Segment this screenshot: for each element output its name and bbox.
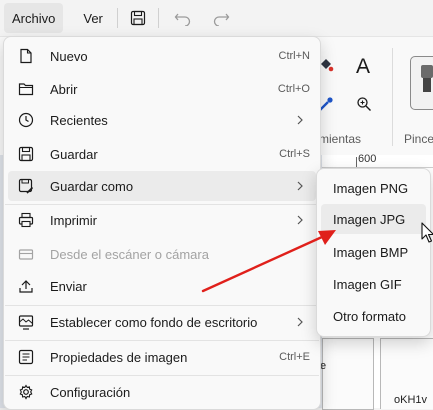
menu-item-open[interactable]: Abrir Ctrl+O [8, 74, 316, 104]
menu-item-label: Abrir [50, 82, 78, 97]
gear-icon [19, 384, 33, 400]
mouse-cursor-icon [421, 222, 433, 243]
brush-button[interactable] [410, 56, 433, 110]
save-as-icon [18, 178, 34, 194]
menu-item-label: Establecer como fondo de escritorio [50, 315, 258, 330]
submenu-item-gif[interactable]: Imagen GIF [321, 269, 426, 299]
menu-item-label: Nuevo [50, 49, 88, 64]
menu-item-label: Guardar [50, 147, 98, 162]
send-icon [19, 280, 33, 293]
menu-item-settings[interactable]: Configuración [8, 377, 316, 407]
ruler-label: 600 [358, 153, 377, 165]
submenu-item-jpg[interactable]: Imagen JPG [321, 204, 426, 234]
submenu-item-png[interactable]: Imagen PNG [321, 173, 426, 203]
menu-divider [5, 340, 319, 341]
menu-item-print[interactable]: Imprimir [8, 205, 316, 235]
submenu-item-label: Otro formato [333, 309, 406, 324]
menu-item-save[interactable]: Guardar Ctrl+S [8, 139, 316, 169]
menu-item-label: Enviar [50, 279, 87, 294]
submenu-item-other-format[interactable]: Otro formato [321, 301, 426, 331]
menu-item-label: Configuración [50, 385, 131, 400]
menu-item-shortcut: Ctrl+E [279, 351, 310, 363]
submenu-item-label: Imagen PNG [333, 181, 409, 196]
chevron-right-icon [297, 115, 303, 125]
menu-item-shortcut: Ctrl+O [277, 83, 310, 95]
image-properties-icon [18, 349, 34, 365]
menu-item-label: Guardar como [50, 179, 134, 194]
text-tool-icon[interactable]: A [356, 55, 370, 79]
ruler-tick [356, 157, 357, 167]
menubar-divider [157, 8, 159, 28]
menu-divider [5, 305, 319, 306]
menu-divider [5, 375, 319, 376]
menu-item-label: Desde el escáner o cámara [50, 247, 209, 262]
chevron-right-icon [297, 181, 303, 191]
menu-ver[interactable]: Ver [75, 3, 111, 33]
chevron-right-icon [297, 215, 303, 225]
canvas-content [322, 338, 374, 410]
undo-icon[interactable] [169, 4, 197, 32]
menu-bar: Archivo Ver [0, 0, 433, 36]
save-icon [18, 146, 34, 162]
menu-item-shortcut: Ctrl+N [278, 50, 310, 62]
menu-item-label: Imprimir [50, 213, 97, 228]
menu-item-image-properties[interactable]: Propiedades de imagen Ctrl+E [8, 342, 316, 372]
submenu-item-bmp[interactable]: Imagen BMP [321, 237, 426, 267]
save-as-submenu: Imagen PNG Imagen JPG Imagen BMP Imagen … [316, 168, 431, 337]
desktop-icon [18, 315, 34, 330]
folder-icon [18, 83, 34, 96]
menu-item-new[interactable]: Nuevo Ctrl+N [8, 41, 316, 71]
submenu-item-label: Imagen JPG [333, 212, 406, 227]
chevron-right-icon [297, 317, 303, 327]
menu-item-shortcut: Ctrl+S [279, 148, 310, 160]
tools-group-caption: mientas [319, 132, 362, 146]
ribbon-divider [392, 48, 393, 146]
printer-icon [18, 212, 34, 228]
menu-item-send[interactable]: Enviar [8, 271, 316, 301]
submenu-item-label: Imagen BMP [333, 245, 409, 260]
menu-archivo[interactable]: Archivo [4, 3, 64, 33]
brush-icon [421, 65, 433, 92]
scanner-icon [18, 249, 34, 260]
menu-item-label: Propiedades de imagen [50, 350, 188, 365]
menu-item-save-as[interactable]: Guardar como [8, 171, 316, 201]
redo-icon[interactable] [207, 4, 235, 32]
menu-item-scanner: Desde el escáner o cámara [8, 239, 316, 269]
clock-icon [18, 112, 34, 128]
file-menu: Nuevo Ctrl+N Abrir Ctrl+O Recientes Guar… [3, 36, 321, 410]
submenu-item-label: Imagen GIF [333, 277, 402, 292]
ruler [322, 155, 433, 168]
menubar-divider [116, 8, 118, 28]
magnifier-icon[interactable] [356, 96, 372, 115]
save-icon[interactable] [124, 4, 152, 32]
menu-item-label: Recientes [50, 113, 108, 128]
menu-item-set-wallpaper[interactable]: Establecer como fondo de escritorio [8, 307, 316, 337]
menu-item-recent[interactable]: Recientes [8, 105, 316, 135]
brushes-group-caption: Pince [404, 132, 433, 146]
new-file-icon [20, 48, 32, 64]
canvas-text: oKH1v [394, 394, 428, 406]
